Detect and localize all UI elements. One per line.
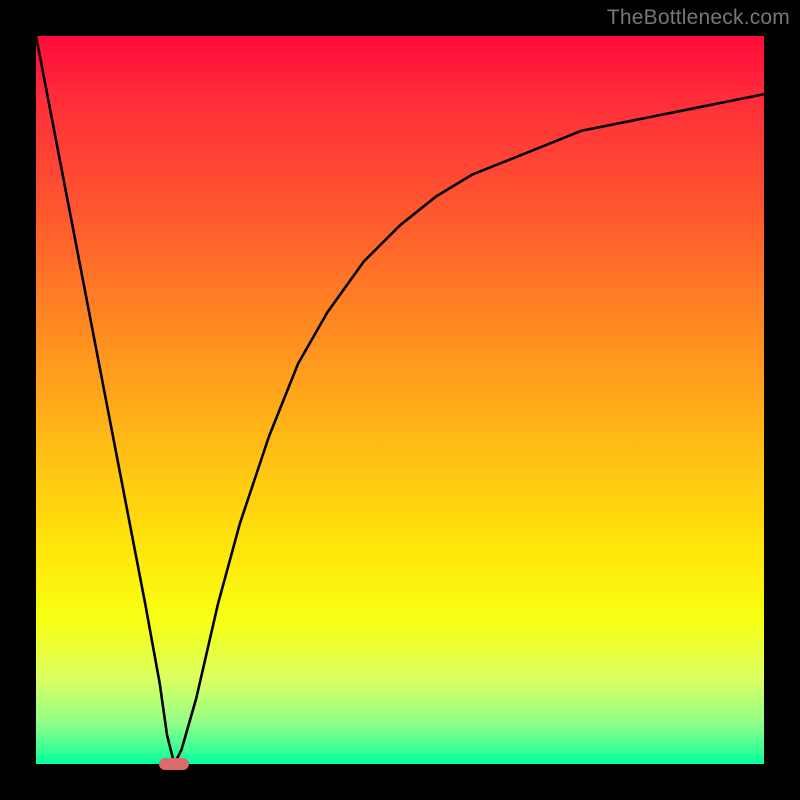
bottleneck-curve-path bbox=[36, 36, 764, 764]
optimal-marker bbox=[159, 758, 189, 770]
plot-area bbox=[36, 36, 764, 764]
curve-svg bbox=[36, 36, 764, 764]
chart-frame: TheBottleneck.com bbox=[0, 0, 800, 800]
watermark-text: TheBottleneck.com bbox=[607, 6, 790, 30]
